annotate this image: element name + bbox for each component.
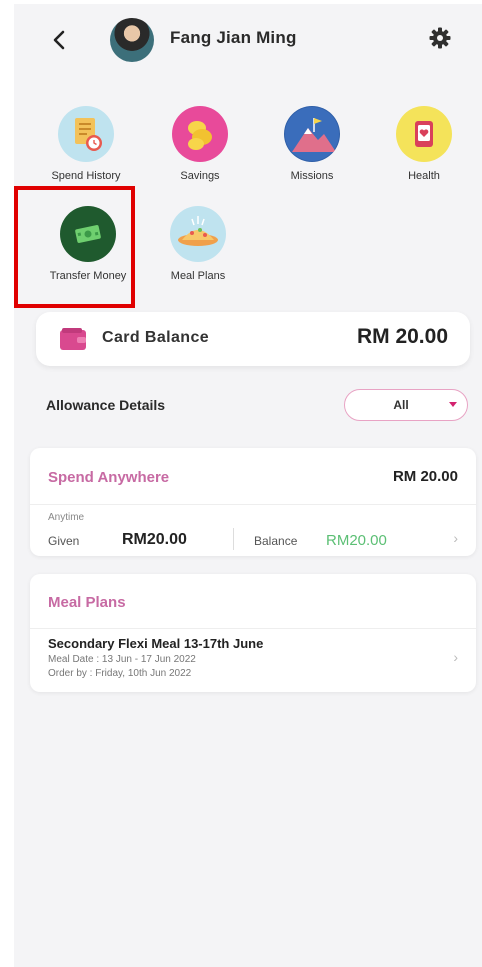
wallet-icon (60, 328, 86, 350)
allowance-filter-select[interactable]: All (344, 389, 468, 421)
savings-icon (172, 106, 228, 162)
filter-value: All (393, 398, 409, 412)
balance-value: RM20.00 (326, 532, 387, 549)
caret-down-icon (449, 402, 457, 407)
user-name: Fang Jian Ming (170, 28, 297, 47)
chevron-right-icon: › (453, 530, 458, 546)
gear-icon (429, 27, 451, 49)
given-label: Given (48, 534, 80, 548)
chevron-right-icon: › (453, 649, 458, 665)
shortcut-meal-plans[interactable]: Meal Plans (150, 206, 246, 282)
divider (233, 528, 234, 550)
meal-plans-title: Meal Plans (48, 594, 126, 611)
spend-anywhere-card[interactable]: Spend Anywhere RM 20.00 Anytime Given RM… (30, 448, 476, 556)
missions-icon (284, 106, 340, 162)
shortcut-label: Meal Plans (170, 270, 226, 282)
meal-plans-icon (170, 206, 226, 262)
shortcut-missions[interactable]: Missions (264, 106, 360, 182)
header: Fang Jian Ming (14, 4, 482, 76)
shortcut-label: Savings (180, 170, 220, 182)
period-label: Anytime (48, 512, 85, 523)
meal-plan-name: Secondary Flexi Meal 13-17th June (48, 636, 264, 651)
shortcut-label: Spend History (51, 170, 121, 182)
order-by: Order by : Friday, 10th Jun 2022 (48, 668, 192, 679)
card-balance-label: Card Balance (102, 329, 210, 346)
divider (30, 504, 476, 505)
shortcut-label: Health (408, 170, 440, 182)
spend-anywhere-total: RM 20.00 (392, 468, 458, 485)
balance-label: Balance (254, 534, 298, 548)
back-button[interactable] (44, 22, 74, 58)
card-balance[interactable]: Card Balance RM 20.00 (36, 312, 470, 366)
shortcut-label: Missions (290, 170, 334, 182)
health-icon (396, 106, 452, 162)
shortcut-savings[interactable]: Savings (152, 106, 248, 182)
meal-plan-item[interactable]: Secondary Flexi Meal 13-17th June Meal D… (30, 629, 476, 689)
settings-button[interactable] (428, 26, 452, 50)
spend-anywhere-title: Spend Anywhere (48, 469, 170, 486)
meal-plans-card: Meal Plans Secondary Flexi Meal 13-17th … (30, 574, 476, 692)
app-screen: Fang Jian Ming Spend History Savings Mis… (14, 4, 482, 967)
allowance-details-title: Allowance Details (46, 397, 166, 413)
meal-date: Meal Date : 13 Jun - 17 Jun 2022 (48, 654, 196, 665)
shortcut-health[interactable]: Health (376, 106, 472, 182)
shortcut-spend-history[interactable]: Spend History (38, 106, 134, 182)
chevron-left-icon (53, 30, 65, 50)
card-balance-amount: RM 20.00 (356, 325, 448, 348)
highlight-box (14, 186, 135, 308)
avatar[interactable] (110, 18, 154, 62)
given-value: RM20.00 (122, 531, 187, 548)
spend-history-icon (58, 106, 114, 162)
